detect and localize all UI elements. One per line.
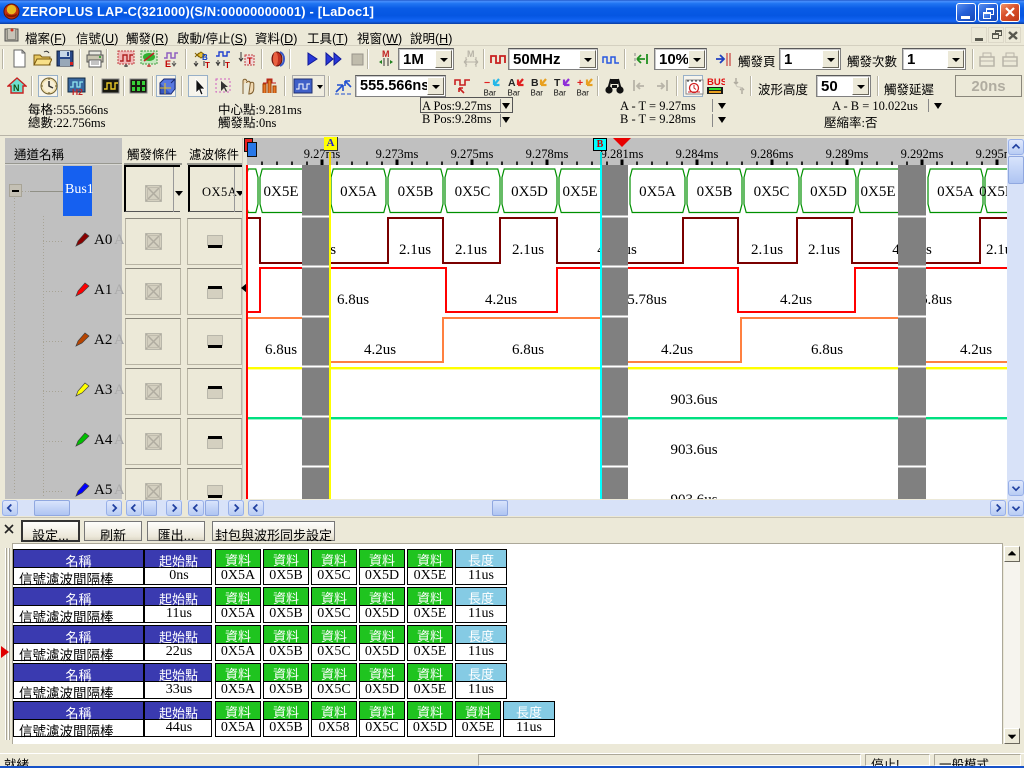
svg-text:0X5E: 0X5E bbox=[264, 184, 299, 200]
svg-text:−: − bbox=[484, 77, 490, 89]
svg-text:Bar: Bar bbox=[554, 89, 567, 98]
svg-text:E: E bbox=[165, 59, 171, 69]
svg-text:903.6us: 903.6us bbox=[670, 392, 717, 408]
svg-text:4.2us: 4.2us bbox=[960, 342, 992, 358]
svg-text:+: + bbox=[577, 77, 583, 89]
svg-text:0X5C: 0X5C bbox=[455, 184, 491, 200]
svg-text:6.8us: 6.8us bbox=[811, 342, 843, 358]
svg-text:9.295ms: 9.295ms bbox=[976, 147, 1007, 161]
svg-text:0X5B: 0X5B bbox=[697, 184, 733, 200]
svg-text:0X5E: 0X5E bbox=[563, 184, 598, 200]
svg-text:B: B bbox=[531, 77, 539, 89]
svg-text:A: A bbox=[508, 77, 516, 89]
svg-text:Bar: Bar bbox=[508, 89, 521, 98]
svg-text:2.1us: 2.1us bbox=[751, 242, 783, 258]
svg-text:9.286ms: 9.286ms bbox=[751, 147, 794, 161]
svg-text:6.8us: 6.8us bbox=[265, 342, 297, 358]
svg-text:BUS: BUS bbox=[707, 77, 725, 88]
svg-text:9.275ms: 9.275ms bbox=[451, 147, 494, 161]
svg-text:Bar: Bar bbox=[577, 89, 590, 98]
svg-text:6.8us: 6.8us bbox=[512, 342, 544, 358]
svg-text:T: T bbox=[247, 56, 253, 66]
svg-text:9.281ms: 9.281ms bbox=[601, 147, 644, 161]
svg-text:M: M bbox=[467, 49, 475, 59]
svg-text:4.2us: 4.2us bbox=[364, 342, 396, 358]
svg-text:M: M bbox=[382, 49, 390, 59]
svg-text:9.289ms: 9.289ms bbox=[826, 147, 869, 161]
svg-text:2.1us: 2.1us bbox=[512, 242, 544, 258]
svg-text:0X5C: 0X5C bbox=[754, 184, 790, 200]
svg-text:0X5E: 0X5E bbox=[861, 184, 896, 200]
svg-text:2.1us: 2.1us bbox=[399, 242, 431, 258]
svg-text:9.292ms: 9.292ms bbox=[901, 147, 944, 161]
svg-text:6.8us: 6.8us bbox=[337, 292, 369, 308]
svg-text:903.6us: 903.6us bbox=[670, 492, 717, 499]
svg-text:0X5A: 0X5A bbox=[639, 184, 676, 200]
svg-text:T: T bbox=[554, 77, 561, 89]
svg-text:2.1us: 2.1us bbox=[455, 242, 487, 258]
svg-text:0X5B: 0X5B bbox=[979, 184, 1007, 200]
svg-text:9.278ms: 9.278ms bbox=[526, 147, 569, 161]
svg-text:2.1us: 2.1us bbox=[986, 242, 1007, 258]
svg-text:9.273ms: 9.273ms bbox=[376, 147, 419, 161]
svg-text:903.6us: 903.6us bbox=[670, 442, 717, 458]
svg-text:9.284ms: 9.284ms bbox=[676, 147, 719, 161]
svg-text:5.78us: 5.78us bbox=[627, 292, 667, 308]
svg-text:Bar: Bar bbox=[531, 89, 544, 98]
svg-text:0X5B: 0X5B bbox=[398, 184, 434, 200]
svg-text:0X5A: 0X5A bbox=[340, 184, 377, 200]
svg-text:T: T bbox=[225, 61, 230, 70]
svg-text:4.2us: 4.2us bbox=[780, 292, 812, 308]
svg-text:Bar: Bar bbox=[484, 89, 497, 98]
svg-text:0X5A: 0X5A bbox=[937, 184, 974, 200]
svg-text:2.1us: 2.1us bbox=[808, 242, 840, 258]
svg-text:T: T bbox=[205, 61, 210, 70]
svg-text:4.2us: 4.2us bbox=[661, 342, 693, 358]
svg-text:H2: H2 bbox=[72, 87, 83, 97]
svg-text:0X5D: 0X5D bbox=[810, 184, 847, 200]
svg-text:0X5D: 0X5D bbox=[511, 184, 548, 200]
svg-text:4.2us: 4.2us bbox=[485, 292, 517, 308]
svg-text:N: N bbox=[13, 83, 20, 93]
